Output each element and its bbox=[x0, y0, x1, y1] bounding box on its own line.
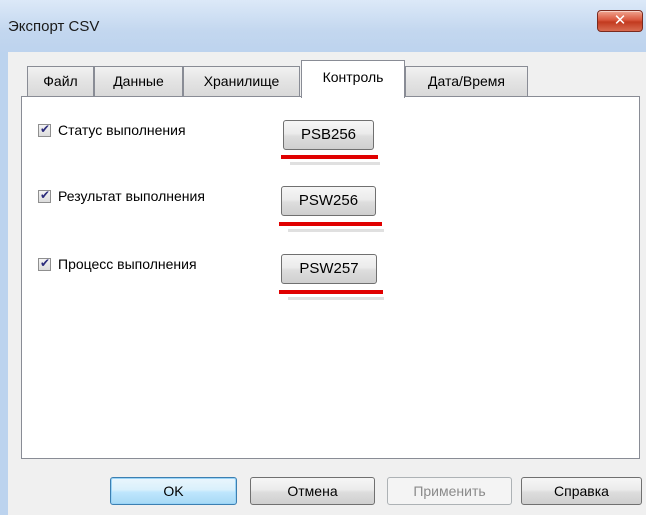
tab-storage[interactable]: Хранилище bbox=[183, 66, 300, 96]
address-label: PSW257 bbox=[299, 260, 359, 277]
window-title: Экспорт CSV bbox=[8, 18, 100, 35]
title-bar[interactable]: Экспорт CSV ✕ bbox=[0, 0, 646, 52]
apply-label: Применить bbox=[413, 483, 486, 499]
process-checkbox-label: Процесс выполнения bbox=[58, 256, 197, 272]
tab-datetime[interactable]: Дата/Время bbox=[405, 66, 528, 96]
process-checkbox[interactable]: ✔ bbox=[38, 256, 51, 271]
checkmark-icon: ✔ bbox=[40, 256, 51, 270]
underline-shadow bbox=[288, 297, 384, 300]
ok-button[interactable]: OK bbox=[110, 477, 237, 505]
result-address-button[interactable]: PSW256 bbox=[281, 186, 376, 216]
tab-label: Дата/Время bbox=[427, 73, 505, 89]
checkmark-icon: ✔ bbox=[40, 188, 51, 202]
cancel-button[interactable]: Отмена bbox=[250, 477, 375, 505]
tab-label: Файл bbox=[43, 73, 78, 89]
highlight-underline bbox=[281, 155, 378, 159]
tab-file[interactable]: Файл bbox=[27, 66, 94, 96]
ok-label: OK bbox=[163, 483, 184, 499]
tab-control[interactable]: Контроль bbox=[301, 60, 405, 98]
highlight-underline bbox=[279, 222, 382, 226]
apply-button: Применить bbox=[387, 477, 512, 505]
process-address-button[interactable]: PSW257 bbox=[281, 254, 377, 284]
close-button[interactable]: ✕ bbox=[597, 10, 643, 32]
result-checkbox[interactable]: ✔ bbox=[38, 188, 51, 203]
address-label: PSB256 bbox=[300, 126, 357, 143]
help-label: Справка bbox=[554, 483, 609, 499]
underline-shadow bbox=[290, 162, 380, 165]
close-icon: ✕ bbox=[613, 12, 627, 29]
cancel-label: Отмена bbox=[287, 483, 338, 499]
tab-label: Данные bbox=[113, 73, 164, 89]
tab-label: Контроль bbox=[322, 69, 384, 85]
help-button[interactable]: Справка bbox=[521, 477, 642, 505]
checkmark-icon: ✔ bbox=[40, 122, 51, 136]
result-checkbox-label: Результат выполнения bbox=[58, 188, 205, 204]
export-csv-dialog: Экспорт CSV ✕ Файл Данные Хранилище Конт… bbox=[0, 0, 646, 515]
address-label: PSW256 bbox=[298, 192, 359, 209]
status-address-button[interactable]: PSB256 bbox=[283, 120, 374, 150]
status-checkbox[interactable]: ✔ bbox=[38, 122, 51, 137]
tab-data[interactable]: Данные bbox=[94, 66, 183, 96]
tab-label: Хранилище bbox=[203, 73, 280, 89]
highlight-underline bbox=[279, 290, 383, 294]
status-checkbox-label: Статус выполнения bbox=[58, 122, 186, 138]
underline-shadow bbox=[288, 229, 384, 232]
